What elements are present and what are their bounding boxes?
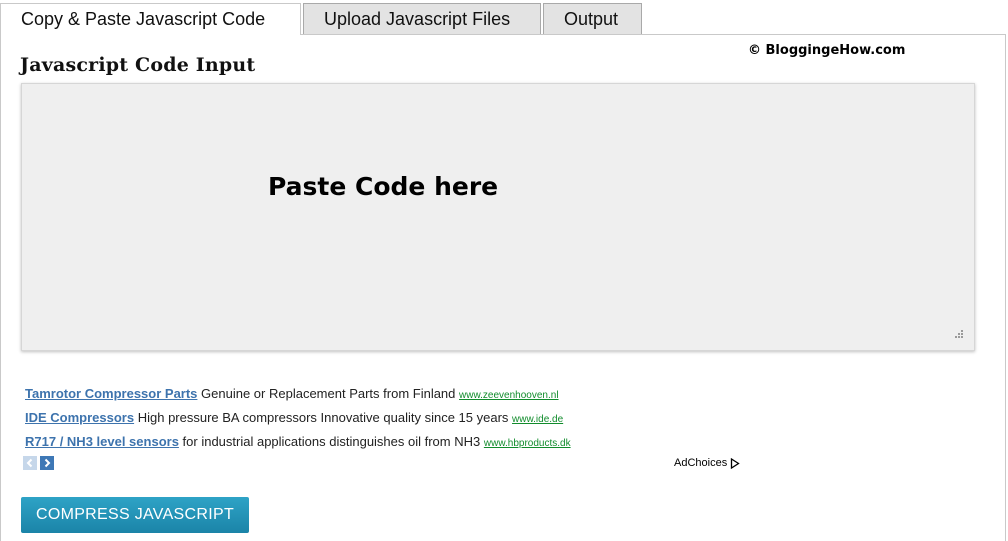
ad-item: R717 / NH3 level sensors for industrial … <box>25 434 571 458</box>
ad-title-link[interactable]: IDE Compressors <box>25 410 134 425</box>
compress-javascript-button[interactable]: COMPRESS JAVASCRIPT <box>21 497 249 533</box>
ad-title-link[interactable]: R717 / NH3 level sensors <box>25 434 179 449</box>
ad-prev-button[interactable] <box>23 456 37 470</box>
tab-bar: Copy & Paste Javascript Code Upload Java… <box>0 3 644 35</box>
ad-description: Genuine or Replacement Parts from Finlan… <box>201 386 456 401</box>
chevron-right-icon <box>44 458 51 468</box>
ad-list: Tamrotor Compressor Parts Genuine or Rep… <box>25 386 571 458</box>
ad-item: Tamrotor Compressor Parts Genuine or Rep… <box>25 386 571 410</box>
ad-url-link[interactable]: www.ide.de <box>512 414 563 425</box>
code-input-textarea[interactable] <box>21 83 975 351</box>
tab-copy-paste[interactable]: Copy & Paste Javascript Code <box>0 3 301 35</box>
adchoices-link[interactable]: AdChoices <box>674 457 740 469</box>
adchoices-icon <box>731 457 740 469</box>
ad-next-button[interactable] <box>40 456 54 470</box>
tab-output[interactable]: Output <box>543 3 642 34</box>
chevron-left-icon <box>26 458 33 468</box>
ad-navigation <box>23 456 54 470</box>
adchoices-label: AdChoices <box>674 457 728 469</box>
section-title: Javascript Code Input <box>20 54 256 76</box>
ad-item: IDE Compressors High pressure BA compres… <box>25 410 571 434</box>
page: Copy & Paste Javascript Code Upload Java… <box>0 0 1008 541</box>
ad-url-link[interactable]: www.hbproducts.dk <box>484 438 571 449</box>
copyright-text: © BloggingeHow.com <box>748 43 906 58</box>
tab-upload-files[interactable]: Upload Javascript Files <box>303 3 541 34</box>
resize-grip-icon[interactable] <box>952 327 964 339</box>
ad-url-link[interactable]: www.zeevenhooven.nl <box>459 390 559 401</box>
ad-description: High pressure BA compressors Innovative … <box>137 410 509 425</box>
ad-title-link[interactable]: Tamrotor Compressor Parts <box>25 386 197 401</box>
ad-description: for industrial applications distinguishe… <box>182 434 481 449</box>
